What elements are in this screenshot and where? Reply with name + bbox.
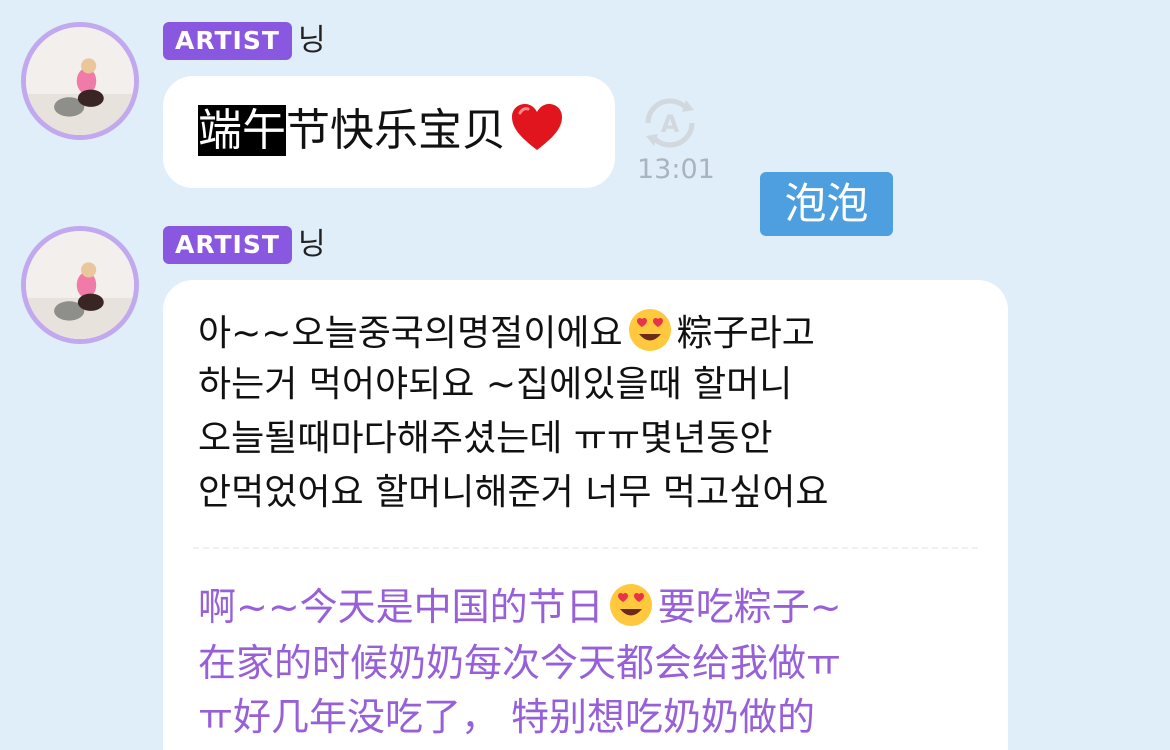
red-heart-icon — [510, 103, 564, 172]
heart-eyes-emoji-icon — [608, 582, 654, 642]
svg-text:A: A — [661, 110, 680, 138]
watermark-label: 泡泡 — [760, 172, 893, 236]
sender-name: 닝 — [298, 227, 326, 262]
avatar-photo — [26, 231, 134, 339]
avatar-photo — [26, 27, 134, 135]
translation-line: 啊~~今天是中国的节日 要吃粽子~ — [198, 580, 842, 642]
message-text-rest: 节快乐宝贝 — [286, 105, 506, 156]
avatar[interactable] — [21, 226, 139, 344]
message-bubble[interactable]: 端午节快乐宝贝 — [163, 76, 615, 188]
translation-line: 在家的时候奶奶每次今天都会给我做ㅠ — [198, 641, 841, 685]
message-bubble[interactable]: 아~~오늘중국의명절이에요 粽子라고 하는거 먹어야되요 ~집에있을때 할머니 … — [163, 280, 1008, 750]
sender-name: 닝 — [298, 23, 326, 58]
divider — [193, 547, 978, 549]
message-line: 하는거 먹어야되요 ~집에있을때 할머니 — [198, 364, 793, 405]
artist-badge: ARTIST — [163, 22, 292, 60]
message-text: 端午节快乐宝贝 — [198, 98, 564, 172]
translate-icon[interactable]: A — [637, 90, 703, 156]
message-line: 안먹었어요 할머니해준거 너무 먹고싶어요 — [198, 472, 829, 513]
avatar[interactable] — [21, 22, 139, 140]
message-line: 오늘될때마다해주셨는데 ㅠㅠ몇년동안 — [198, 418, 773, 459]
message-time: 13:01 — [637, 154, 715, 185]
highlighted-text: 端午 — [198, 105, 286, 156]
artist-badge: ARTIST — [163, 226, 292, 264]
translation-line: ㅠ好几年没吃了， 特别想吃奶奶做的 — [198, 695, 816, 739]
